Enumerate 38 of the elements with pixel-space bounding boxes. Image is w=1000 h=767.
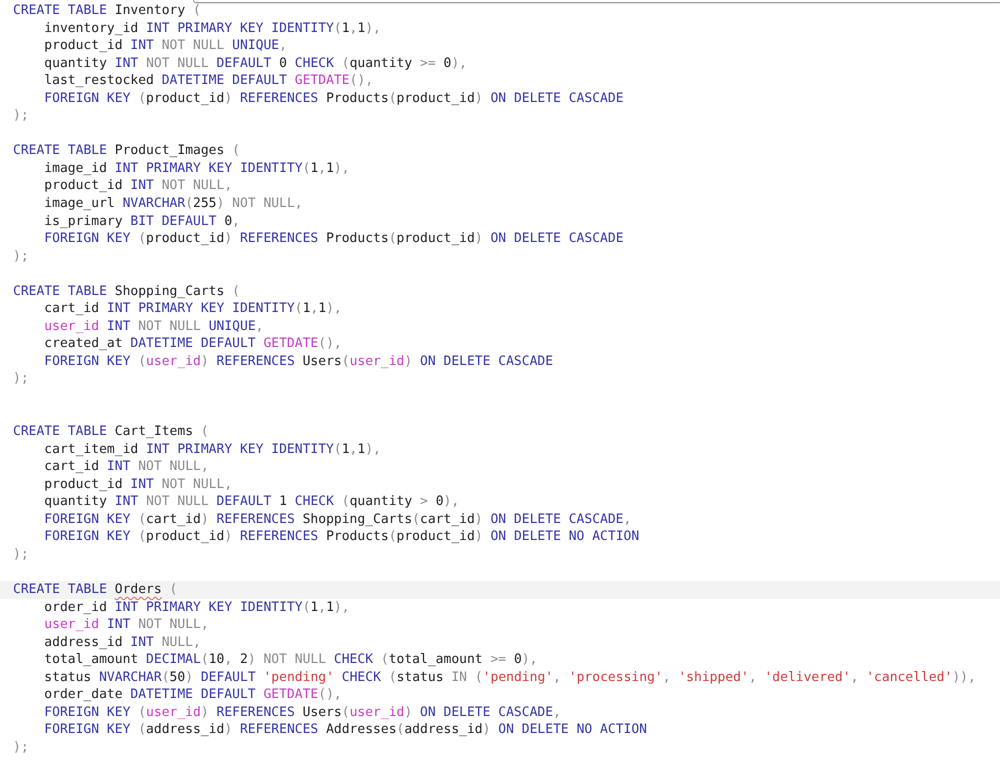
code-line: quantity INT NOT NULL DEFAULT 0 CHECK (quantity >= 0), [44,54,468,72]
code-line: total_amount DECIMAL(10, 2) NOT NULL CHECK (total_amount >= 0), [44,651,538,669]
code-line: quantity INT NOT NULL DEFAULT 1 CHECK (quantity > 0), [44,493,460,511]
code-line: inventory_id INT PRIMARY KEY IDENTITY(1,1), [44,20,381,38]
code-line: cart_item_id INT PRIMARY KEY IDENTITY(1,1), [44,440,381,458]
code-line: status NVARCHAR(50) DEFAULT 'pending' CHECK (status IN ('pending', 'processing', 'shipped', 'delivered', 'cancelled')), [44,668,976,686]
code-line: ); [13,248,29,266]
code-line: address_id INT NULL, [44,634,201,652]
code-line: FOREIGN KEY (cart_id) REFERENCES Shopping_Carts(cart_id) ON DELETE CASCADE, [44,510,632,528]
code-line: FOREIGN KEY (user_id) REFERENCES Users(user_id) ON DELETE CASCADE, [44,704,561,722]
code-line: CREATE TABLE Shopping_Carts ( [13,282,240,300]
code-line: order_id INT PRIMARY KEY IDENTITY(1,1), [44,598,350,616]
code-line: order_date DATETIME DEFAULT GETDATE(), [44,686,342,704]
code-line: ); [13,546,29,564]
code-line: image_id INT PRIMARY KEY IDENTITY(1,1), [44,160,350,178]
code-line: image_url NVARCHAR(255) NOT NULL, [44,195,303,213]
code-line: CREATE TABLE Orders ( [13,581,178,599]
code-line: is_primary BIT DEFAULT 0, [44,212,240,230]
code-line: FOREIGN KEY (user_id) REFERENCES Users(user_id) ON DELETE CASCADE [44,352,554,370]
code-line: CREATE TABLE Inventory ( [13,2,201,20]
code-line: FOREIGN KEY (product_id) REFERENCES Products(product_id) ON DELETE NO ACTION [44,528,640,546]
code-line: product_id INT NOT NULL, [44,177,232,196]
code-line: ); [13,107,29,125]
code-line: last_restocked DATETIME DEFAULT GETDATE(), [44,72,374,90]
code-line: user_id INT NOT NULL, [44,616,209,634]
code-line: product_id INT NOT NULL, [44,476,232,494]
code-line: FOREIGN KEY (product_id) REFERENCES Products(product_id) ON DELETE CASCADE [44,230,624,248]
code-line: CREATE TABLE Product_Images ( [13,142,240,160]
code-line: ); [13,738,29,757]
code-line: FOREIGN KEY (address_id) REFERENCES Addresses(address_id) ON DELETE NO ACTION [44,721,648,739]
code-line: created_at DATETIME DEFAULT GETDATE(), [44,335,342,353]
code-line: user_id INT NOT NULL UNIQUE, [44,318,264,336]
code-line: product_id INT NOT NULL UNIQUE, [44,37,287,55]
code-line: FOREIGN KEY (product_id) REFERENCES Products(product_id) ON DELETE CASCADE [44,90,624,108]
code-line: ); [13,370,29,388]
code-line: CREATE TABLE Cart_Items ( [13,423,209,441]
code-line: cart_id INT NOT NULL, [44,458,209,476]
code-line: cart_id INT PRIMARY KEY IDENTITY(1,1), [44,300,342,318]
